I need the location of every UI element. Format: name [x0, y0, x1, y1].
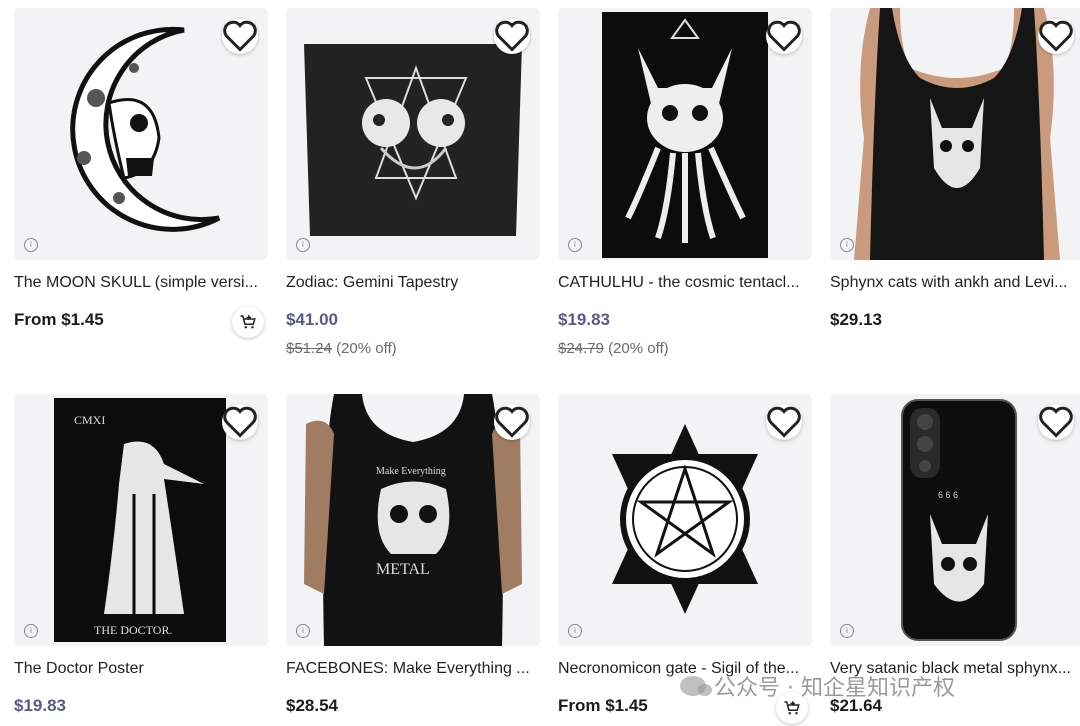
heart-icon — [495, 20, 529, 52]
product-price: $29.13 — [830, 310, 882, 329]
info-icon[interactable]: i — [568, 238, 582, 252]
product-image[interactable]: CMXI THE DOCTOR. i — [14, 394, 268, 646]
add-to-cart-button[interactable] — [232, 306, 264, 338]
product-price: $19.83 — [14, 696, 66, 715]
product-title[interactable]: CATHULHU - the cosmic tentacl... — [558, 274, 812, 292]
favorite-button[interactable] — [494, 404, 530, 440]
poster-bottom-text: THE DOCTOR. — [94, 623, 172, 637]
heart-icon — [223, 20, 257, 52]
heart-icon — [767, 406, 801, 438]
original-price-line: $51.24 (20% off) — [286, 340, 397, 357]
original-price: $24.79 — [558, 340, 604, 357]
product-image[interactable]: i — [830, 8, 1080, 260]
favorite-button[interactable] — [766, 404, 802, 440]
product-price: $19.83 — [558, 310, 610, 329]
product-price: $41.00 — [286, 310, 338, 329]
product-price: From $1.45 — [14, 310, 104, 329]
product-title[interactable]: The MOON SKULL (simple versi... — [14, 274, 268, 292]
info-icon[interactable]: i — [840, 624, 854, 638]
heart-icon — [1039, 406, 1073, 438]
discount-label: (20% off) — [608, 340, 669, 357]
heart-icon — [1039, 20, 1073, 52]
product-title[interactable]: Necronomicon gate - Sigil of the... — [558, 660, 812, 678]
info-icon[interactable]: i — [568, 624, 582, 638]
add-to-cart-icon — [240, 315, 256, 329]
product-grid: i The MOON SKULL (simple versi... From $… — [0, 0, 1080, 726]
product-price: $28.54 — [286, 696, 338, 715]
product-title[interactable]: Zodiac: Gemini Tapestry — [286, 274, 540, 292]
discount-label: (20% off) — [336, 340, 397, 357]
product-title[interactable]: The Doctor Poster — [14, 660, 268, 678]
favorite-button[interactable] — [222, 404, 258, 440]
add-to-cart-icon — [784, 701, 800, 715]
heart-icon — [767, 20, 801, 52]
tank-bottom-text: METAL — [376, 561, 430, 578]
info-icon[interactable]: i — [24, 238, 38, 252]
product-image[interactable]: i — [558, 8, 812, 260]
heart-icon — [223, 406, 257, 438]
product-price: $21.64 — [830, 696, 882, 715]
original-price-line: $24.79 (20% off) — [558, 340, 669, 357]
product-title[interactable]: FACEBONES: Make Everything ... — [286, 660, 540, 678]
original-price: $51.24 — [286, 340, 332, 357]
info-icon[interactable]: i — [296, 624, 310, 638]
info-icon[interactable]: i — [840, 238, 854, 252]
info-icon[interactable]: i — [24, 624, 38, 638]
product-title[interactable]: Sphynx cats with ankh and Levi... — [830, 274, 1080, 292]
phone-digits-text: 6 6 6 — [938, 490, 958, 500]
favorite-button[interactable] — [222, 18, 258, 54]
product-title[interactable]: Very satanic black metal sphynx... — [830, 660, 1080, 678]
info-icon[interactable]: i — [296, 238, 310, 252]
product-image[interactable]: 6 6 6 i — [830, 394, 1080, 646]
heart-icon — [495, 406, 529, 438]
favorite-button[interactable] — [494, 18, 530, 54]
add-to-cart-button[interactable] — [776, 692, 808, 724]
product-image[interactable]: Make Everything METAL i — [286, 394, 540, 646]
product-image[interactable]: i — [558, 394, 812, 646]
product-price: From $1.45 — [558, 696, 648, 715]
tank-top-text: Make Everything — [376, 466, 446, 477]
favorite-button[interactable] — [766, 18, 802, 54]
favorite-button[interactable] — [1038, 404, 1074, 440]
product-image[interactable]: i — [14, 8, 268, 260]
product-image[interactable]: i — [286, 8, 540, 260]
poster-top-text: CMXI — [74, 413, 105, 427]
favorite-button[interactable] — [1038, 18, 1074, 54]
